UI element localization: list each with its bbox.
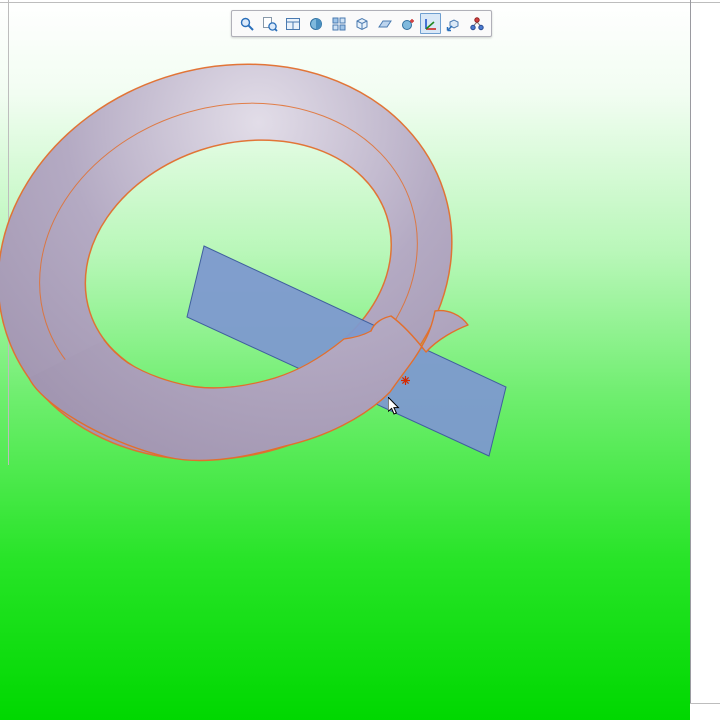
window-margin-right (691, 0, 720, 720)
window-grid-button[interactable] (282, 13, 303, 34)
axes-button[interactable] (420, 13, 441, 34)
sphere-plus-button[interactable] (397, 13, 418, 34)
magnifier-button[interactable] (236, 13, 257, 34)
magnifier-icon (240, 17, 254, 31)
shaded-sphere-icon (309, 17, 322, 30)
window-grid-icon (285, 17, 300, 30)
page-magnifier-button[interactable] (259, 13, 280, 34)
window-border-right[interactable] (690, 0, 691, 704)
axes-icon (424, 18, 436, 30)
cube-button[interactable] (351, 13, 372, 34)
molecule-icon (469, 16, 484, 30)
3d-viewport[interactable] (0, 0, 690, 720)
page-magnifier-icon (262, 16, 278, 32)
sphere-plus-icon (401, 18, 414, 30)
window-border-bottom (690, 703, 720, 704)
cube-arrow-icon (446, 18, 458, 31)
cube-arrow-button[interactable] (443, 13, 464, 34)
plane-button[interactable] (374, 13, 395, 34)
shaded-sphere-button[interactable] (305, 13, 326, 34)
squares-grid-button[interactable] (328, 13, 349, 34)
plane-icon (377, 20, 392, 27)
cube-icon (356, 17, 367, 30)
application-window (0, 0, 720, 720)
molecule-button[interactable] (466, 13, 487, 34)
view-toolbar (231, 10, 492, 37)
squares-grid-icon (332, 17, 345, 30)
